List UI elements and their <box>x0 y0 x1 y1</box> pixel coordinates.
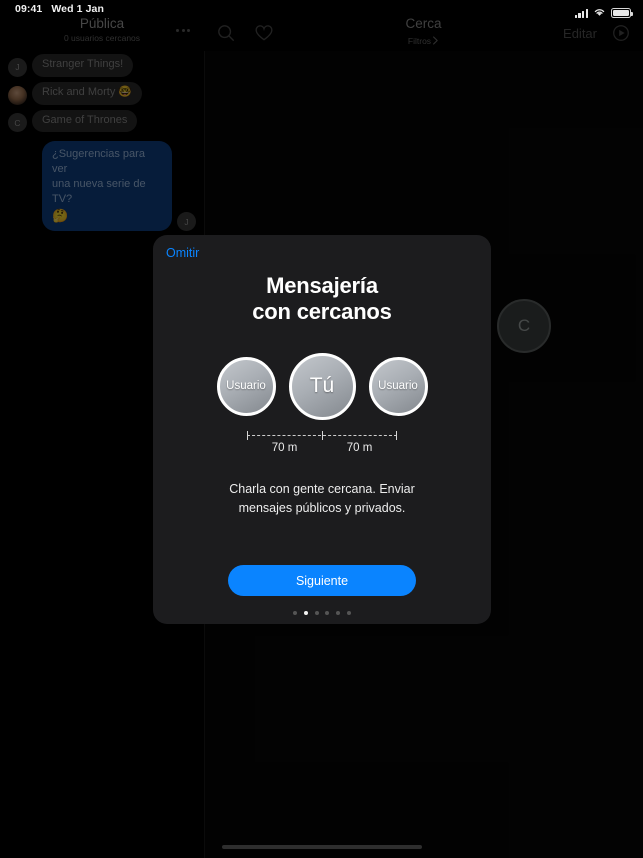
ruler-cap-right <box>395 430 397 440</box>
page-dot[interactable] <box>314 610 319 615</box>
app-root: 09:41 Wed 1 Jan Pública 0 usuarios cerca… <box>0 0 643 858</box>
page-dot[interactable] <box>346 610 351 615</box>
ruler-cap-center <box>322 430 324 440</box>
ruler-cap-left <box>247 430 249 440</box>
distance-label-left: 70 m <box>271 441 298 454</box>
proximity-user-right: Usuario <box>368 356 428 416</box>
status-time: 09:41 <box>15 3 43 15</box>
page-dot-active[interactable] <box>303 610 309 615</box>
status-bar-right <box>574 4 633 22</box>
next-button[interactable]: Siguiente <box>228 565 416 596</box>
page-dot[interactable] <box>325 610 330 615</box>
proximity-circles: Usuario Tú Usuario <box>216 352 428 420</box>
modal-description-line: Charla con gente cercana. <box>229 481 376 496</box>
page-indicator <box>153 610 491 615</box>
signal-bars-icon <box>574 9 588 18</box>
status-bar-left: 09:41 Wed 1 Jan <box>15 3 104 15</box>
distance-labels: 70 m 70 m <box>247 442 397 454</box>
modal-description: Charla con gente cercana. Enviar mensaje… <box>211 480 433 518</box>
distance-ruler <box>247 430 397 440</box>
proximity-user-left: Usuario <box>216 356 276 416</box>
status-bar: 09:41 Wed 1 Jan <box>0 0 643 18</box>
page-dot[interactable] <box>335 610 341 615</box>
distance-label-right: 70 m <box>346 441 373 454</box>
modal-title-line: Mensajería <box>266 273 378 298</box>
proximity-diagram: Usuario Tú Usuario 70 m 70 m <box>153 352 491 454</box>
onboarding-modal: Omitir Mensajería con cercanos Usuario T… <box>153 235 491 624</box>
modal-title-line: con cercanos <box>252 298 392 324</box>
wifi-icon <box>593 4 606 22</box>
home-indicator[interactable] <box>221 845 422 849</box>
battery-icon <box>611 8 633 18</box>
modal-title: Mensajería con cercanos <box>153 273 491 325</box>
status-date: Wed 1 Jan <box>51 3 105 15</box>
proximity-user-self: Tú <box>288 352 356 420</box>
modal-description-line: privados. <box>354 500 406 515</box>
page-dot[interactable] <box>293 610 298 615</box>
skip-button[interactable]: Omitir <box>166 246 199 260</box>
